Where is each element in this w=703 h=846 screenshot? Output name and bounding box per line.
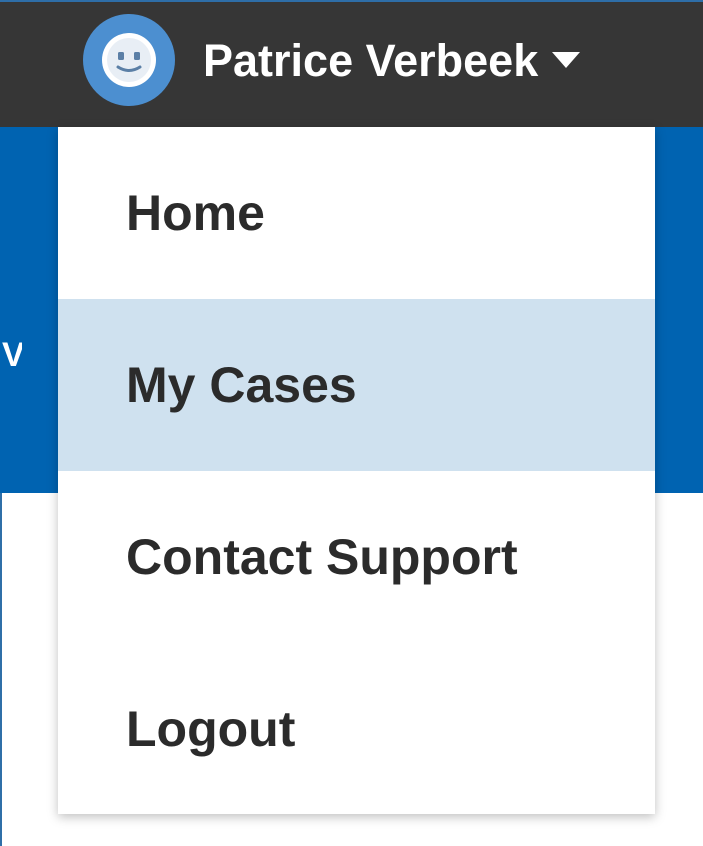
smiley-face-icon: [102, 33, 156, 87]
user-name[interactable]: Patrice Verbeek: [203, 38, 538, 83]
menu-item-logout[interactable]: Logout: [58, 643, 655, 815]
menu-item-label: My Cases: [126, 357, 357, 413]
menu-item-label: Logout: [126, 701, 296, 757]
top-navigation-bar: Patrice Verbeek: [0, 0, 703, 127]
menu-item-home[interactable]: Home: [58, 127, 655, 299]
menu-item-label: Home: [126, 185, 265, 241]
avatar[interactable]: [83, 14, 175, 106]
page: Patrice Verbeek V Home My Cases Contact …: [0, 0, 703, 846]
partially-hidden-banner-text: V: [2, 340, 22, 370]
user-dropdown-menu: Home My Cases Contact Support Logout: [58, 127, 655, 814]
menu-item-label: Contact Support: [126, 529, 518, 585]
caret-down-icon[interactable]: [552, 52, 581, 68]
menu-item-contact-support[interactable]: Contact Support: [58, 471, 655, 643]
menu-item-my-cases[interactable]: My Cases: [58, 299, 655, 471]
user-menu-toggle[interactable]: Patrice Verbeek: [83, 14, 581, 106]
